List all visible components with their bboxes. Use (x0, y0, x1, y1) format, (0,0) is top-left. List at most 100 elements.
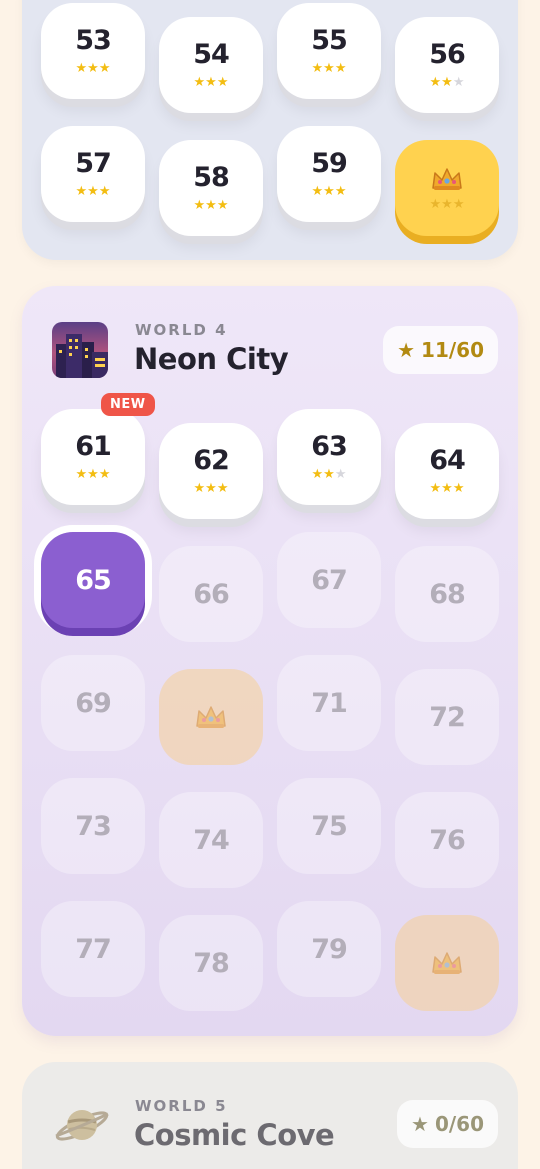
star-icon: ★ (441, 196, 453, 212)
level-tile-63[interactable]: 63 ★★★ (277, 409, 381, 505)
world-star-count: ★ 11/60 (383, 326, 498, 374)
star-icon: ★ (411, 1112, 429, 1136)
level-number: 66 (193, 578, 230, 610)
star-icon: ★ (216, 481, 229, 496)
star-icon: ★ (452, 75, 465, 90)
star-icon: ★ (397, 338, 416, 362)
level-tile-58[interactable]: 58 ★★★ (159, 140, 263, 236)
world-5-header: WORLD 5 Cosmic Cove ★ 0/60 (22, 1062, 518, 1162)
boss-level-tile (159, 669, 263, 765)
level-tile-62[interactable]: 62 ★★★ (159, 423, 263, 519)
star-rating: ★★★ (194, 76, 229, 89)
star-rating: ★★★ (76, 468, 111, 481)
level-number: 75 (311, 810, 348, 842)
star-icon: ★ (98, 184, 111, 199)
star-icon: ★ (311, 184, 324, 199)
world-star-count: ★ 0/60 (397, 1100, 498, 1148)
star-icon: ★ (311, 61, 324, 76)
level-tile-57[interactable]: 57 ★★★ (41, 126, 145, 222)
level-tile-75: 75 (277, 778, 381, 874)
star-rating: ★★★ (312, 468, 347, 481)
level-tile-78: 78 (159, 915, 263, 1011)
level-tile-67: 67 (277, 532, 381, 628)
level-tile-69: 69 (41, 655, 145, 751)
star-icon: ★ (323, 61, 335, 76)
level-tile-55[interactable]: 55 ★★★ (277, 3, 381, 99)
star-icon: ★ (205, 75, 217, 90)
star-icon: ★ (75, 467, 88, 482)
star-icon: ★ (87, 467, 99, 482)
world-3-card: 53 ★★★ 54 ★★★ 55 ★★★ 56 ★★★ 57 ★★★ 58 ★★★ 59 ★★★ ★★★ (22, 0, 518, 260)
star-count-label: 0/60 (434, 1112, 484, 1136)
star-icon: ★ (87, 61, 99, 76)
level-number: 72 (429, 701, 466, 733)
level-number: 65 (75, 564, 112, 596)
star-rating: ★★★ (194, 482, 229, 495)
level-number: 56 (429, 39, 466, 70)
star-icon: ★ (441, 75, 453, 90)
world-title: Cosmic Cove (134, 1118, 335, 1152)
level-tile-59[interactable]: 59 ★★★ (277, 126, 381, 222)
crown-icon (196, 706, 226, 728)
level-number: 78 (193, 947, 230, 979)
level-tile-76: 76 (395, 792, 499, 888)
star-rating: ★★★ (194, 199, 229, 212)
star-icon: ★ (452, 481, 465, 496)
level-number: 62 (193, 445, 230, 476)
star-icon: ★ (216, 198, 229, 213)
level-tile-53[interactable]: 53 ★★★ (41, 3, 145, 99)
crown-icon (432, 167, 462, 190)
star-icon: ★ (334, 467, 347, 482)
level-number: 63 (311, 431, 348, 462)
star-rating: ★★★ (312, 185, 347, 198)
star-icon: ★ (334, 61, 347, 76)
new-badge: NEW (101, 393, 155, 416)
star-icon: ★ (429, 196, 442, 212)
level-tile-71: 71 (277, 655, 381, 751)
star-icon: ★ (441, 481, 453, 496)
planet-icon (54, 1096, 110, 1152)
level-tile-68: 68 (395, 546, 499, 642)
world-kicker: WORLD 5 (135, 1097, 228, 1115)
star-icon: ★ (75, 61, 88, 76)
neon-city-icon (52, 322, 108, 378)
world-kicker: WORLD 4 (135, 321, 228, 339)
star-icon: ★ (323, 184, 335, 199)
star-rating: ★★★ (76, 62, 111, 75)
star-icon: ★ (429, 481, 442, 496)
world-title: Neon City (134, 342, 289, 376)
level-number: 79 (311, 933, 348, 965)
star-icon: ★ (205, 481, 217, 496)
level-tile-77: 77 (41, 901, 145, 997)
boss-level-tile[interactable]: ★★★ (395, 140, 499, 236)
level-number: 69 (75, 687, 112, 719)
level-number: 67 (311, 564, 348, 596)
level-number: 59 (311, 148, 348, 179)
level-number: 55 (311, 25, 348, 56)
star-icon: ★ (216, 75, 229, 90)
star-count-label: 11/60 (421, 338, 484, 362)
level-tile-73: 73 (41, 778, 145, 874)
level-tile-66: 66 (159, 546, 263, 642)
level-tile-79: 79 (277, 901, 381, 997)
star-icon: ★ (193, 75, 206, 90)
star-rating: ★★★ (430, 76, 465, 89)
star-icon: ★ (205, 198, 217, 213)
star-icon: ★ (75, 184, 88, 199)
level-tile-54[interactable]: 54 ★★★ (159, 17, 263, 113)
level-tile-74: 74 (159, 792, 263, 888)
star-icon: ★ (98, 467, 111, 482)
level-number: 53 (75, 25, 112, 56)
star-rating: ★★★ (76, 185, 111, 198)
star-icon: ★ (429, 75, 442, 90)
level-tile-56[interactable]: 56 ★★★ (395, 17, 499, 113)
world-5-card[interactable]: WORLD 5 Cosmic Cove ★ 0/60 (22, 1062, 518, 1169)
world-4-card: WORLD 4 Neon City ★ 11/60 61 ★★★ NEW 62 ★★★ 6… (22, 286, 518, 1036)
level-tile-64[interactable]: 64 ★★★ (395, 423, 499, 519)
star-icon: ★ (323, 467, 335, 482)
star-icon: ★ (334, 184, 347, 199)
level-tile-65[interactable]: 65 (41, 532, 145, 628)
star-rating: ★★★ (312, 62, 347, 75)
level-tile-61[interactable]: 61 ★★★ NEW (41, 393, 155, 505)
star-icon: ★ (87, 184, 99, 199)
